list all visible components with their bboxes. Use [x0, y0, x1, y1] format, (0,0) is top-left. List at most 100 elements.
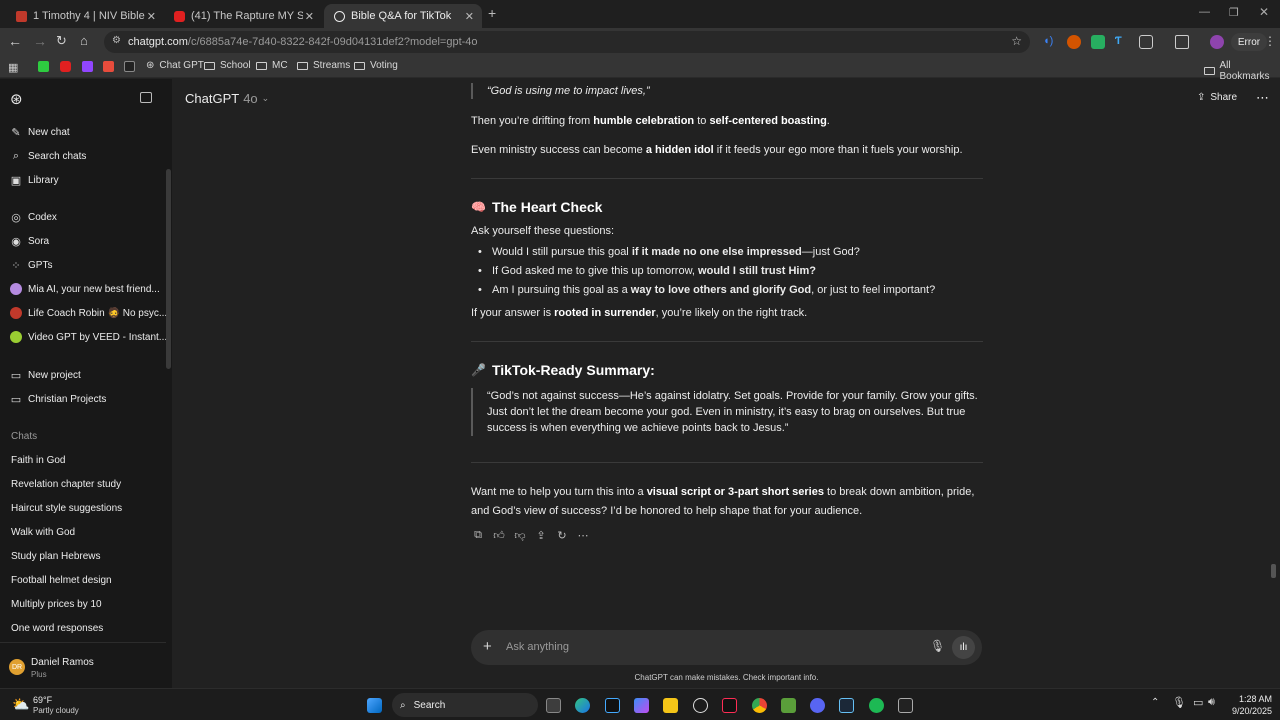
maximize-button[interactable]: ❐ [1229, 6, 1239, 19]
chat-history-item[interactable]: Revelation chapter study [11, 479, 121, 490]
site-info-icon[interactable]: ⚙ [112, 35, 121, 46]
close-tab-icon[interactable]: ✕ [147, 10, 156, 23]
chatgpt-app-icon[interactable] [693, 698, 708, 713]
edge-icon[interactable] [575, 698, 590, 713]
chrome-icon[interactable] [752, 698, 767, 713]
bookmark-folder-mc[interactable]: MC [256, 60, 288, 71]
close-tab-icon[interactable]: ✕ [305, 10, 314, 23]
openai-logo-icon[interactable]: ⊛ [10, 90, 23, 108]
apps-grid-icon[interactable]: ▦ [8, 61, 18, 74]
add-attachment-icon[interactable]: + [483, 638, 492, 655]
back-icon[interactable]: ← [8, 33, 22, 49]
main-scrollbar[interactable] [1271, 564, 1276, 578]
extensions-puzzle-icon[interactable] [1139, 35, 1153, 49]
bookmark-star-icon[interactable]: ☆ [1011, 34, 1022, 48]
tab-chatgpt[interactable]: Bible Q&A for TikTok ✕ [324, 4, 482, 28]
nba-app-icon[interactable] [898, 698, 913, 713]
project-christian-projects[interactable]: ▭ Christian Projects [10, 393, 107, 406]
thumbs-down-icon[interactable]: 👎︎ [513, 528, 527, 542]
bookmark-icon[interactable] [124, 61, 135, 72]
share-button[interactable]: ⇪ Share [1197, 92, 1237, 103]
weather-icon[interactable]: ⛅ [12, 696, 29, 713]
regenerate-icon[interactable]: ↻ [555, 528, 569, 542]
network-icon[interactable]: ▭ [1193, 696, 1203, 709]
sidebar-item-gpt[interactable]: Life Coach Robin 🧔 No psyc... [10, 307, 167, 319]
sidebar-item-gpt[interactable]: Mia AI, your new best friend... [10, 283, 160, 295]
chat-history-item[interactable]: Study plan Hebrews [11, 551, 101, 562]
chat-history-item[interactable]: Faith in God [11, 455, 65, 466]
bookmark-chatgpt[interactable]: ⊛ Chat GPT [146, 60, 204, 71]
composer[interactable]: + Ask anything 🎙︎ ılı [471, 630, 982, 665]
share-icon[interactable]: ⇪ [534, 528, 548, 542]
sidebar-scrollbar[interactable] [166, 169, 171, 369]
chat-history-item[interactable]: Multiply prices by 10 [11, 599, 102, 610]
chevron-up-icon[interactable]: ⌃ [1151, 697, 1159, 708]
sidebar-item-sora[interactable]: ◉ Sora [10, 235, 49, 248]
prompt-input[interactable]: Ask anything [506, 641, 569, 653]
sidebar-item-codex[interactable]: ◎ Codex [10, 211, 57, 224]
more-icon[interactable]: ⋯ [576, 528, 590, 542]
extension-icon[interactable]: ◖) [1043, 35, 1057, 49]
bookmark-icon[interactable] [38, 61, 49, 72]
bookmark-folder-voting[interactable]: Voting [354, 60, 398, 71]
minecraft-icon[interactable] [781, 698, 796, 713]
tab-youtube[interactable]: (41) The Rapture MY Sheep he ✕ [164, 4, 322, 28]
thumbs-up-icon[interactable]: 👍︎ [492, 528, 506, 542]
sidepanel-icon[interactable] [1175, 35, 1189, 49]
clock-time[interactable]: 1:28 AM [1236, 694, 1272, 704]
twitch-bookmark-icon[interactable] [82, 61, 93, 72]
tab-youversion[interactable]: 1 Timothy 4 | NIV Bible | YouVe ✕ [6, 4, 164, 28]
library-button[interactable]: ▣ Library [10, 174, 59, 187]
sidebar-item-gpt[interactable]: Video GPT by VEED - Instant... [10, 331, 167, 343]
extension-icon[interactable] [1067, 35, 1081, 49]
clock-date[interactable]: 9/20/2025 [1225, 706, 1272, 716]
chat-history-item[interactable]: Football helmet design [11, 575, 112, 586]
microphone-icon[interactable]: 🎙︎ [930, 639, 945, 653]
reload-icon[interactable]: ↻ [56, 33, 67, 49]
gmail-bookmark-icon[interactable] [103, 61, 114, 72]
profile-error-button[interactable]: Error [1231, 33, 1267, 51]
search-chats-button[interactable]: ⌕ Search chats [10, 150, 86, 162]
close-window-button[interactable]: ✕ [1259, 5, 1269, 19]
volume-icon[interactable]: 🔊︎ [1208, 696, 1215, 709]
copilot-icon[interactable] [634, 698, 649, 713]
profile-avatar-icon[interactable] [1210, 35, 1224, 49]
minimize-button[interactable]: — [1199, 6, 1210, 18]
new-tab-button[interactable]: + [488, 5, 496, 21]
task-view-icon[interactable] [546, 698, 561, 713]
bookmark-folder-school[interactable]: School [204, 60, 251, 71]
address-bar[interactable]: ⚙ chatgpt.com/c/6885a74e-7d40-8322-842f-… [104, 31, 1030, 53]
more-options-icon[interactable]: ⋯ [1256, 90, 1269, 106]
close-sidebar-icon[interactable] [140, 92, 152, 103]
user-name[interactable]: Daniel Ramos [31, 657, 94, 668]
new-project-button[interactable]: ▭ New project [10, 369, 81, 382]
extension-icon[interactable]: Ƭ [1115, 35, 1129, 49]
chat-history-item[interactable]: Haircut style suggestions [11, 503, 122, 514]
microphone-icon[interactable]: 🎙︎ [1172, 696, 1186, 709]
file-explorer-icon[interactable] [663, 698, 678, 713]
browser-menu-icon[interactable]: ⋮ [1264, 34, 1276, 48]
forward-icon[interactable]: → [33, 33, 47, 49]
home-icon[interactable]: ⌂ [80, 33, 88, 48]
voice-mode-icon[interactable]: ılı [952, 636, 975, 659]
model-selector[interactable]: ChatGPT 4o ⌄ [185, 91, 269, 106]
taskbar-search[interactable]: ⌕ Search [392, 693, 538, 717]
bookmark-folder-streams[interactable]: Streams [297, 60, 350, 71]
youtube-bookmark-icon[interactable] [60, 61, 71, 72]
terminal-icon[interactable] [605, 698, 620, 713]
spotify-icon[interactable] [869, 698, 884, 713]
copy-icon[interactable]: ⧉ [471, 528, 485, 542]
folder-icon: ▭ [10, 393, 22, 406]
steam-icon[interactable] [839, 698, 854, 713]
chat-history-item[interactable]: Walk with God [11, 527, 75, 538]
extension-icon[interactable] [1091, 35, 1105, 49]
discord-icon[interactable] [810, 698, 825, 713]
sidebar-item-gpts[interactable]: ⁘ GPTs [10, 259, 52, 272]
avatar[interactable]: DR [9, 659, 25, 675]
chat-history-item[interactable]: One word responses [11, 623, 103, 634]
tiktok-icon[interactable] [722, 698, 737, 713]
windows-start-icon[interactable] [367, 698, 382, 713]
close-tab-icon[interactable]: ✕ [465, 10, 474, 23]
windows-taskbar: ⛅ 69°F Partly cloudy ⌕ Search ⌃ 🎙︎ ▭ 🔊︎ … [0, 688, 1280, 720]
new-chat-button[interactable]: ✎ New chat [10, 126, 69, 139]
